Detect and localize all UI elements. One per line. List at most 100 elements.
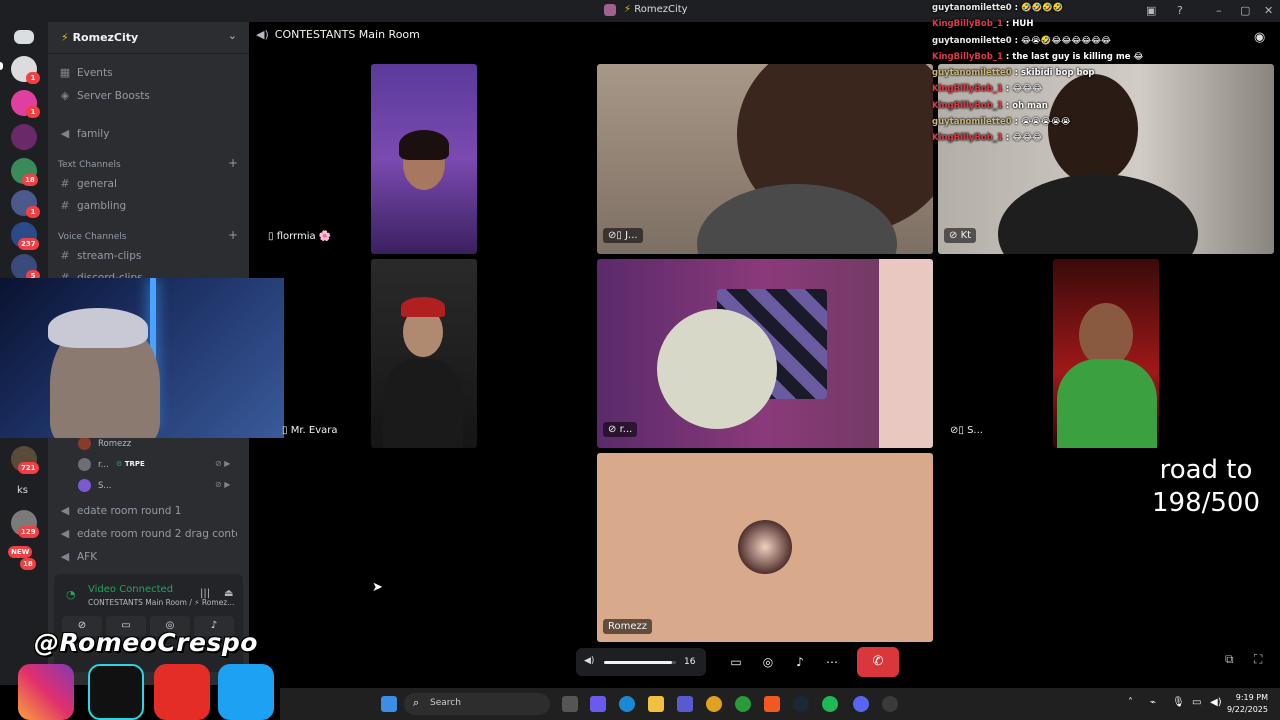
video-tile-florrmia[interactable] bbox=[371, 64, 477, 254]
guild-name: ⚡ RomezCity bbox=[61, 31, 138, 44]
boost-icon: ◈ bbox=[60, 89, 70, 102]
sidebar-item-events[interactable]: ▦ Events bbox=[58, 63, 240, 83]
speaker-icon: ◀) bbox=[256, 28, 269, 41]
participant-body bbox=[998, 174, 1198, 254]
guild-header[interactable]: ⚡ RomezCity ⌄ bbox=[48, 22, 249, 54]
minimize-button[interactable]: – bbox=[1216, 4, 1222, 17]
mute-phone-icon: ⊘▯ bbox=[608, 230, 622, 241]
taskview-icon[interactable] bbox=[562, 696, 578, 712]
spotify-icon[interactable] bbox=[822, 696, 838, 712]
mention-badge: 1 bbox=[26, 72, 40, 84]
more-icon[interactable]: ⋯ bbox=[819, 650, 845, 674]
chevron-up-icon[interactable]: ˄ bbox=[1128, 697, 1133, 708]
phone-icon: ▯ bbox=[282, 425, 288, 436]
channel-edate-round-2[interactable]: ◀ edate room round 2 drag contes... bbox=[58, 524, 240, 544]
folder-icon[interactable] bbox=[648, 696, 664, 712]
channel-general[interactable]: # general bbox=[58, 174, 240, 194]
search-box[interactable]: ⌕ Search bbox=[404, 693, 550, 715]
bolt-icon: ⚡ bbox=[624, 4, 632, 15]
close-button[interactable]: ✕ bbox=[1264, 4, 1273, 17]
taskbar: ⌕ Search ˄ ⌁ 🎙 ▭ ◀) 9:19 PM 9/22/2025 bbox=[280, 688, 1280, 720]
video-tile-mr-evara[interactable] bbox=[371, 259, 477, 448]
hash-icon: # bbox=[60, 177, 70, 190]
voice-icon: ◀ bbox=[60, 504, 70, 517]
volume-icon[interactable]: ◀) bbox=[1210, 697, 1222, 708]
volume-slider[interactable] bbox=[604, 661, 676, 664]
chat-separator: : bbox=[1011, 117, 1021, 128]
channel-stream-clips[interactable]: # stream-clips bbox=[58, 246, 240, 266]
tile-label: ⊘ Kt bbox=[944, 228, 977, 243]
discord-home-icon[interactable] bbox=[14, 30, 34, 44]
channel-edate-round-1[interactable]: ◀ edate room round 1 bbox=[58, 501, 240, 521]
tile-label-text: r... bbox=[619, 424, 633, 435]
obs-icon[interactable] bbox=[882, 696, 898, 712]
voice-channel-path[interactable]: CONTESTANTS Main Room / ⚡ Romez... bbox=[88, 598, 234, 607]
edge-icon[interactable] bbox=[619, 696, 635, 712]
teams-icon[interactable] bbox=[677, 696, 693, 712]
category-text-channels[interactable]: Text Channels bbox=[58, 160, 121, 170]
voice-status: Video Connected bbox=[88, 584, 174, 595]
screen: ⚡ RomezCity ▣ ? – ▢ ✕ 1 1 18 1 237 5 721… bbox=[0, 0, 1280, 720]
server-ks[interactable]: ks bbox=[17, 485, 28, 496]
channel-afk[interactable]: ◀ AFK bbox=[58, 547, 240, 567]
tile-label: ▯ florrmia 🌸 bbox=[268, 231, 331, 242]
chat-message: KingBillyBob_1 : 😂😂😂 bbox=[932, 133, 1192, 149]
sidebar-item-server-boosts[interactable]: ◈ Server Boosts bbox=[58, 86, 240, 106]
tile-label-text: J... bbox=[625, 230, 638, 241]
goal-text: road to 198/500 bbox=[1140, 454, 1272, 520]
chat-message: guytanomilette0 : 🤣🤣🤣🤣 bbox=[932, 3, 1192, 19]
mention-badge: 1 bbox=[26, 206, 40, 218]
copilot-icon[interactable] bbox=[590, 696, 606, 712]
video-tile-j[interactable]: ⊘▯ J... bbox=[597, 64, 933, 254]
windows-start-icon[interactable] bbox=[381, 696, 397, 712]
brave-icon[interactable] bbox=[764, 696, 780, 712]
maximize-button[interactable]: ▢ bbox=[1240, 4, 1250, 17]
avatar bbox=[78, 479, 91, 492]
hangup-button[interactable]: ✆ bbox=[857, 647, 899, 677]
phone-icon: ▯ bbox=[268, 231, 274, 242]
tile-label: ⊘▯ J... bbox=[603, 228, 643, 243]
volume-control[interactable]: ◀) 16 bbox=[576, 648, 706, 676]
display-icon[interactable]: ▭ bbox=[1192, 697, 1201, 708]
disconnect-icon[interactable]: ⏏ bbox=[224, 588, 233, 599]
youtube-icon bbox=[154, 664, 210, 720]
channel-gambling[interactable]: # gambling bbox=[58, 196, 240, 216]
activity-button[interactable]: ◎ bbox=[755, 650, 781, 674]
add-channel-icon[interactable]: + bbox=[228, 156, 238, 170]
video-tile-romezz[interactable]: Romezz bbox=[597, 453, 933, 642]
steam-icon[interactable] bbox=[793, 696, 809, 712]
noise-suppression-icon[interactable]: ||| bbox=[200, 588, 210, 599]
discord-icon[interactable] bbox=[853, 696, 869, 712]
video-tile-s[interactable] bbox=[1053, 259, 1159, 448]
mention-badge: 18 bbox=[20, 558, 36, 570]
chevron-down-icon[interactable]: ⌄ bbox=[228, 29, 237, 42]
screenshare-button[interactable]: ▭ bbox=[723, 650, 749, 674]
chat-text: skibidi bop bop bbox=[1020, 68, 1095, 79]
video-tile-r[interactable]: ⊘ r... bbox=[597, 259, 933, 448]
chat-message: guytanomilette0 : 😭😭😭😭😭 bbox=[932, 117, 1192, 133]
category-voice-channels[interactable]: Voice Channels bbox=[58, 232, 126, 242]
chrome-icon[interactable] bbox=[706, 696, 722, 712]
sidebar-item-label: Server Boosts bbox=[77, 90, 150, 102]
mute-icon: ⊘ ▶ bbox=[215, 459, 231, 468]
xbox-icon[interactable] bbox=[735, 696, 751, 712]
add-channel-icon[interactable]: + bbox=[228, 228, 238, 242]
chat-bubble-icon[interactable]: ◉ bbox=[1254, 30, 1265, 45]
network-icon[interactable]: ⌁ bbox=[1150, 697, 1156, 708]
volume-fill bbox=[604, 661, 673, 664]
clock[interactable]: 9:19 PM 9/22/2025 bbox=[1226, 692, 1268, 716]
instagram-icon bbox=[18, 664, 74, 720]
channel-label: stream-clips bbox=[77, 250, 142, 262]
popout-icon[interactable]: ⧉ bbox=[1225, 652, 1234, 667]
server-icon[interactable] bbox=[11, 124, 37, 150]
microphone-icon[interactable]: 🎙 bbox=[1172, 697, 1185, 708]
tile-label-text: florrmia 🌸 bbox=[276, 231, 332, 242]
tiktok-icon bbox=[88, 664, 144, 720]
selected-indicator bbox=[0, 62, 3, 70]
sidebar-item-family[interactable]: ◀ family bbox=[58, 124, 240, 144]
participant-shirt bbox=[1057, 359, 1157, 448]
fullscreen-icon[interactable]: ⛶ bbox=[1254, 652, 1262, 667]
soundboard-button[interactable]: ♪ bbox=[787, 650, 813, 674]
door bbox=[879, 259, 933, 448]
social-handle: @RomeoCrespo bbox=[34, 628, 258, 657]
